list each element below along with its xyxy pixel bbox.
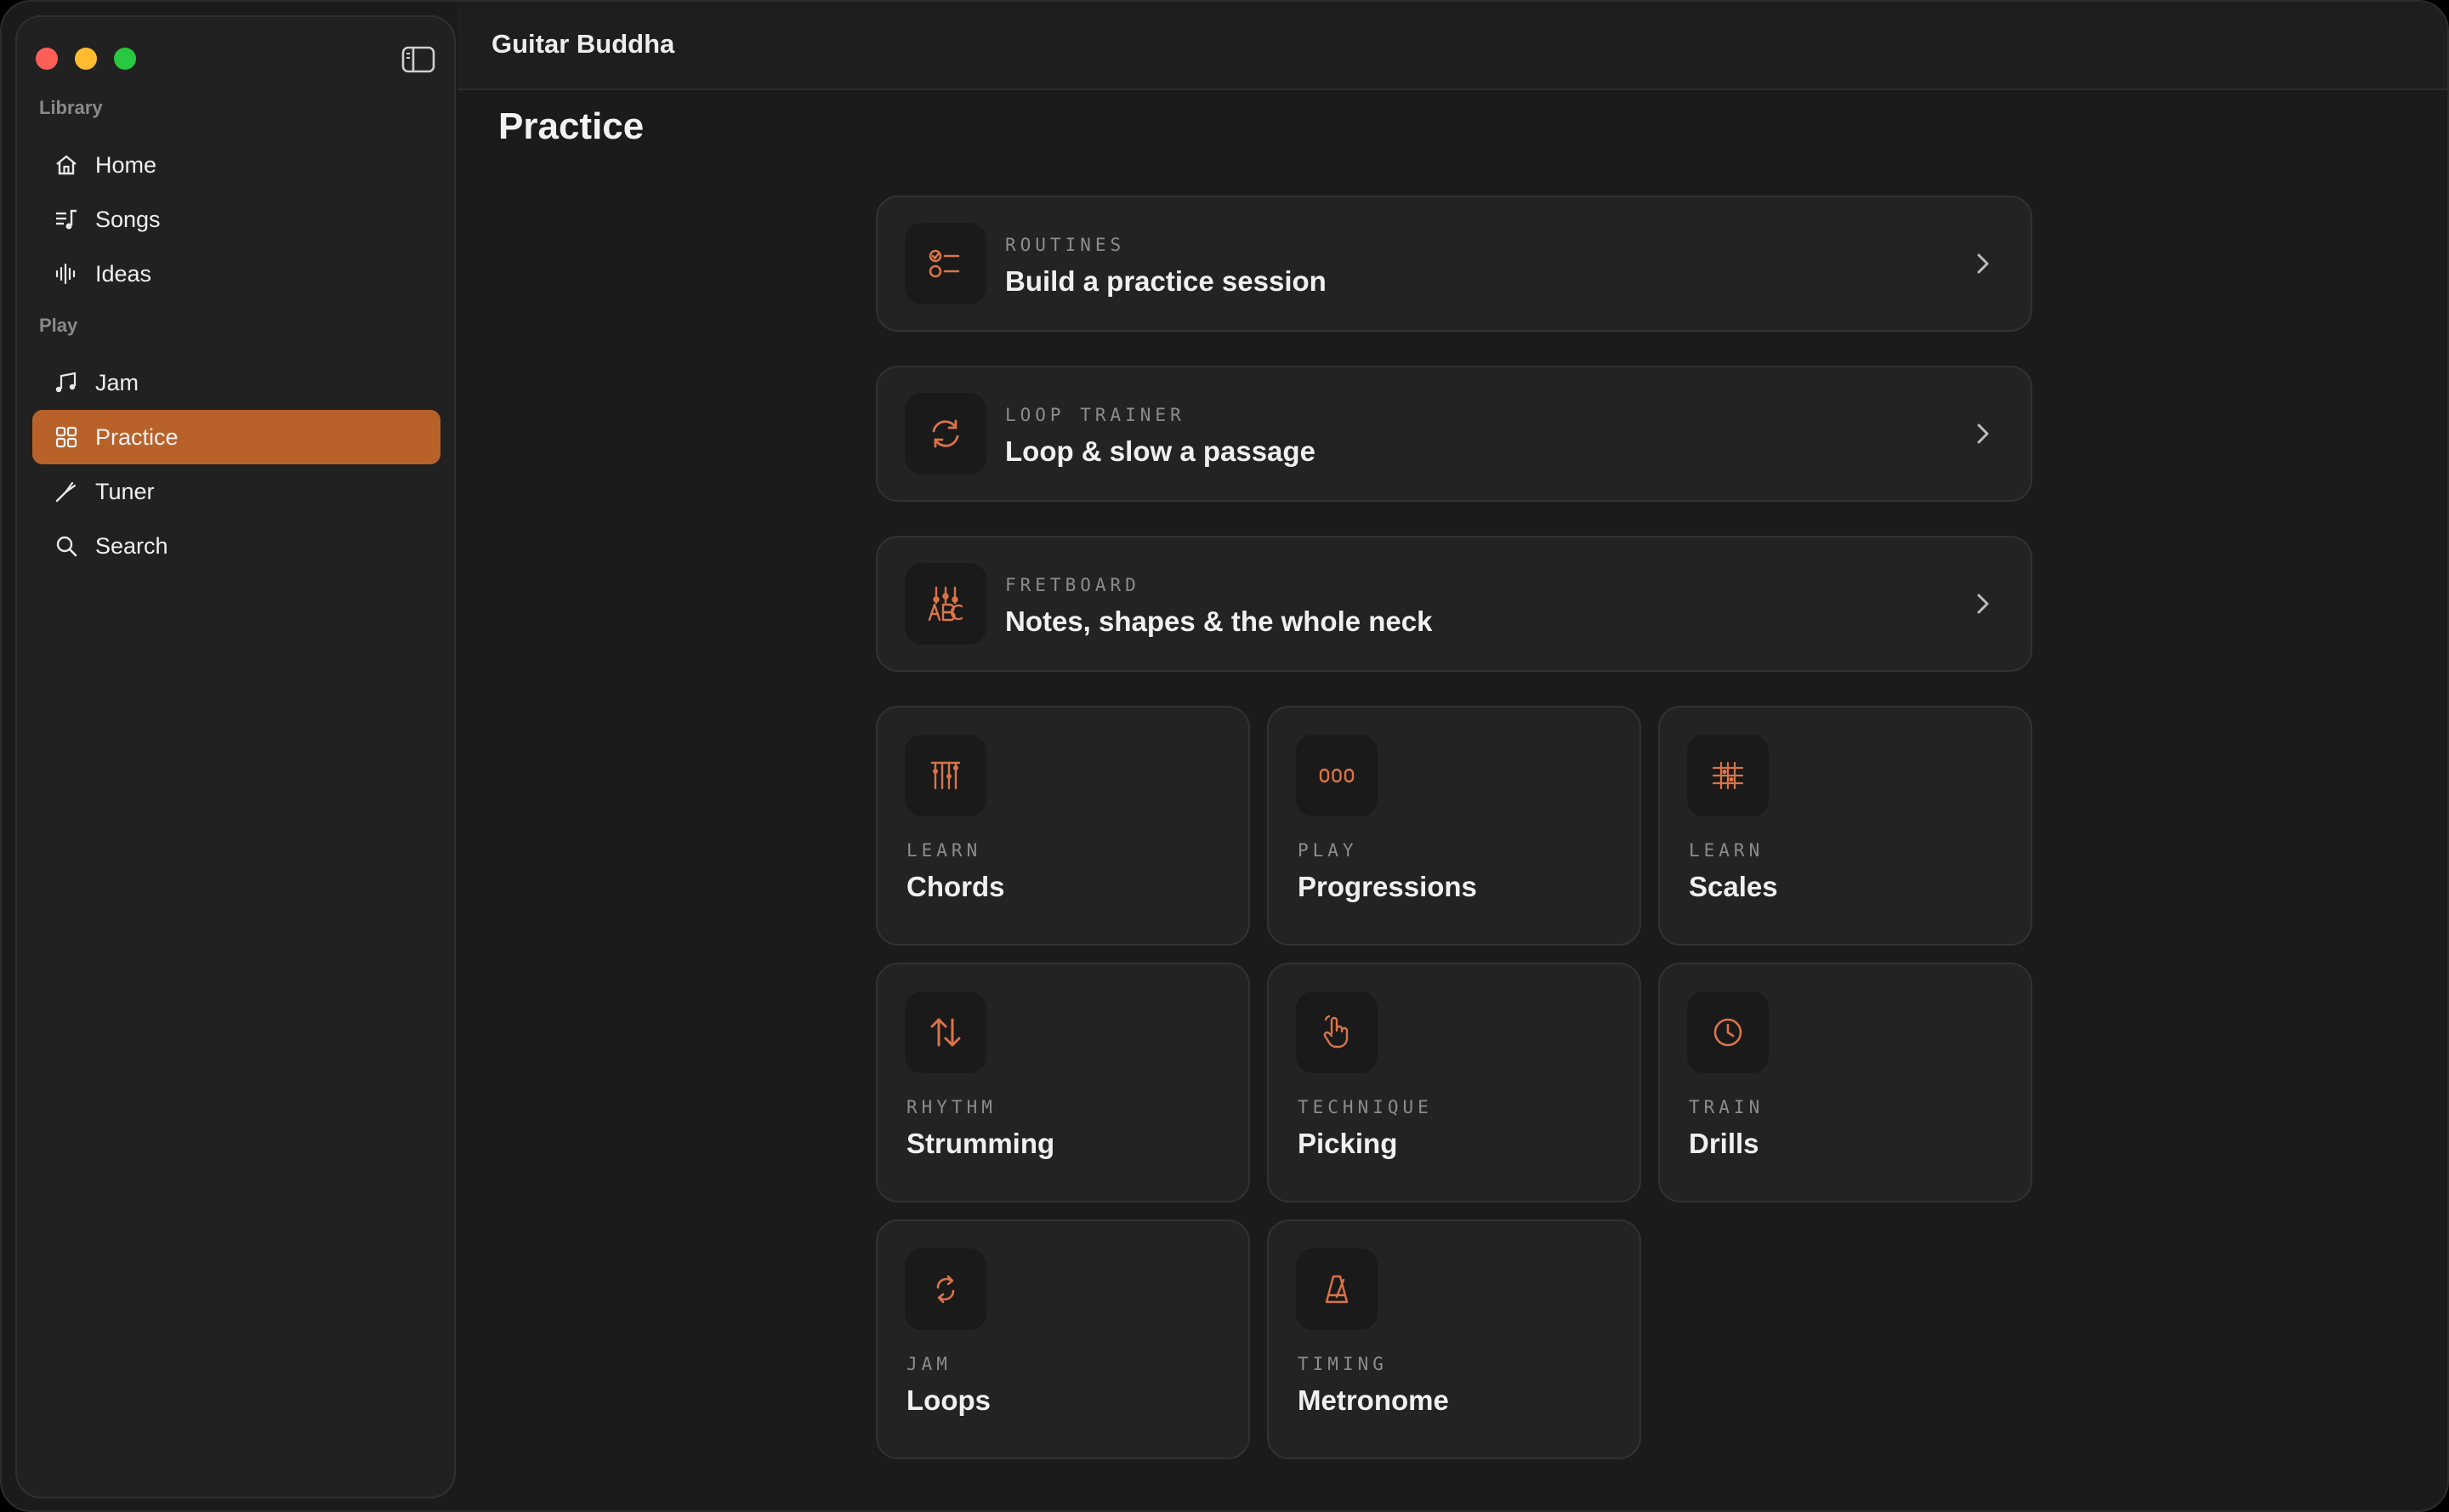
tile-eyebrow: TRAIN [1689, 1097, 1764, 1117]
tile-label: Picking [1298, 1128, 1398, 1159]
scale-grid-icon [1687, 735, 1769, 816]
sidebar-item-songs[interactable]: Songs [32, 192, 440, 247]
tile-eyebrow: LEARN [1689, 840, 1764, 861]
sidebar-item-label: Jam [95, 369, 139, 395]
zoom-window-button[interactable] [114, 48, 136, 70]
card-label: Loop & slow a passage [1005, 435, 1315, 467]
music-list-icon [53, 206, 80, 233]
tile-label: Scales [1689, 871, 1778, 902]
sidebar-item-tuner[interactable]: Tuner [32, 464, 440, 519]
sidebar-item-label: Tuner [95, 478, 155, 504]
sidebar: Library Home Songs Ideas Play Jam Practi… [15, 15, 456, 1498]
tuning-fork-icon [53, 478, 80, 505]
sidebar-item-ideas[interactable]: Ideas [32, 247, 440, 301]
fretboard-icon [905, 563, 986, 645]
close-window-button[interactable] [36, 48, 58, 70]
routines-card[interactable]: ROUTINES Build a practice session [876, 196, 2032, 332]
progression-icon [1296, 735, 1378, 816]
sidebar-item-label: Songs [95, 206, 161, 232]
loop-arrows-icon [905, 393, 986, 475]
app-window: Library Home Songs Ideas Play Jam Practi… [0, 0, 2449, 1512]
tile-label: Strumming [906, 1128, 1055, 1159]
sidebar-item-label: Home [95, 151, 157, 178]
tile-eyebrow: TECHNIQUE [1298, 1097, 1433, 1117]
card-eyebrow: FRETBOARD [1005, 575, 1140, 595]
tile-label: Chords [906, 871, 1005, 902]
app-title: Guitar Buddha [492, 29, 675, 59]
up-down-arrows-icon [905, 992, 986, 1073]
sidebar-item-practice[interactable]: Practice [32, 410, 440, 464]
sidebar-section-library: Library [39, 97, 103, 118]
sidebar-section-play: Play [39, 315, 78, 336]
chords-tile[interactable]: LEARN Chords [876, 706, 1250, 946]
chevron-right-icon [1977, 594, 1989, 614]
card-label: Notes, shapes & the whole neck [1005, 605, 1433, 637]
tile-label: Progressions [1298, 871, 1477, 902]
card-label: Build a practice session [1005, 265, 1327, 297]
sidebar-item-label: Ideas [95, 260, 152, 287]
tile-label: Loops [906, 1384, 991, 1416]
chord-diagram-icon [905, 735, 986, 816]
tile-eyebrow: RHYTHM [906, 1097, 997, 1117]
sidebar-item-jam[interactable]: Jam [32, 355, 440, 410]
grid-icon [53, 423, 80, 451]
strumming-tile[interactable]: RHYTHM Strumming [876, 963, 1250, 1202]
checklist-icon [905, 223, 986, 304]
tile-eyebrow: TIMING [1298, 1354, 1388, 1374]
music-notes-icon [53, 369, 80, 396]
sidebar-item-label: Practice [95, 423, 179, 450]
cycle-icon [905, 1248, 986, 1330]
tile-label: Drills [1689, 1128, 1759, 1159]
waveform-icon [53, 260, 80, 287]
page-title: Practice [498, 105, 645, 147]
house-icon [53, 151, 80, 179]
clock-icon [1687, 992, 1769, 1073]
search-icon [53, 532, 80, 560]
picking-tile[interactable]: TECHNIQUE Picking [1267, 963, 1641, 1202]
tile-eyebrow: LEARN [906, 840, 982, 861]
tile-eyebrow: JAM [906, 1354, 952, 1374]
card-eyebrow: ROUTINES [1005, 235, 1126, 255]
card-eyebrow: LOOP TRAINER [1005, 405, 1185, 425]
title-bar: Guitar Buddha [457, 2, 2447, 90]
sidebar-item-search[interactable]: Search [32, 519, 440, 573]
loops-tile[interactable]: JAM Loops [876, 1219, 1250, 1459]
minimize-window-button[interactable] [75, 48, 97, 70]
fretboard-card[interactable]: FRETBOARD Notes, shapes & the whole neck [876, 536, 2032, 672]
tile-label: Metronome [1298, 1384, 1449, 1416]
chevron-right-icon [1977, 253, 1989, 274]
metronome-icon [1296, 1248, 1378, 1330]
loop-trainer-card[interactable]: LOOP TRAINER Loop & slow a passage [876, 366, 2032, 502]
chevron-right-icon [1977, 423, 1989, 444]
scales-tile[interactable]: LEARN Scales [1658, 706, 2032, 946]
tile-eyebrow: PLAY [1298, 840, 1358, 861]
progressions-tile[interactable]: PLAY Progressions [1267, 706, 1641, 946]
hand-pointer-icon [1296, 992, 1378, 1073]
sidebar-item-home[interactable]: Home [32, 138, 440, 192]
metronome-tile[interactable]: TIMING Metronome [1267, 1219, 1641, 1459]
sidebar-toggle-icon[interactable] [401, 46, 435, 73]
drills-tile[interactable]: TRAIN Drills [1658, 963, 2032, 1202]
sidebar-item-label: Search [95, 532, 168, 559]
